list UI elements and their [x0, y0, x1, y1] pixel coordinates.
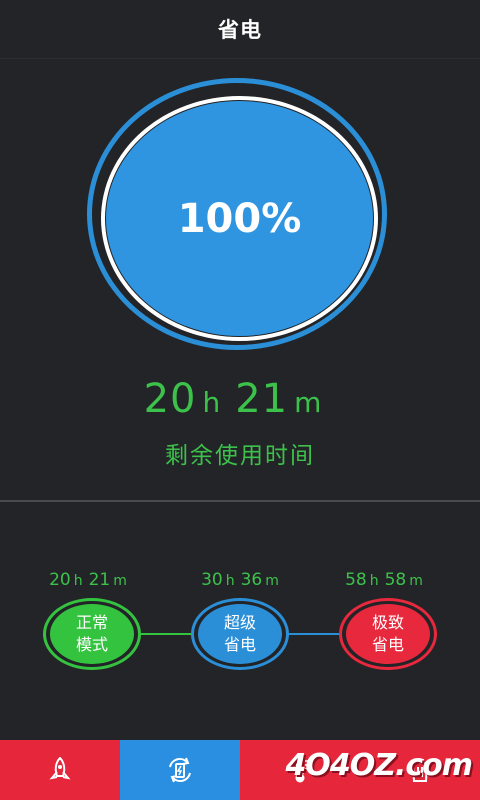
connector-super-extreme	[288, 633, 340, 635]
mode-super-label-2: 省电	[223, 635, 256, 654]
remaining-minutes-unit: m	[294, 386, 323, 419]
remaining-time-label: 剩余使用时间	[165, 443, 315, 469]
mode-super-label-1: 超级	[223, 613, 256, 632]
page-title: 省电	[218, 18, 262, 42]
app-header: 省电	[0, 0, 480, 59]
nav-tab-boost[interactable]	[0, 740, 120, 800]
mode-normal-minutes-unit: m	[113, 573, 127, 589]
rocket-icon	[49, 757, 71, 780]
battery-cycle-icon	[169, 757, 191, 783]
mode-extreme-hours: 58	[345, 570, 367, 590]
mode-super-face: 超级 省电	[198, 604, 282, 664]
remaining-hours-unit: h	[202, 386, 222, 419]
mode-super-saving-button[interactable]: 超级 省电	[191, 598, 289, 670]
mode-normal-button[interactable]: 正常 模式	[43, 598, 141, 670]
mode-super-hours: 30	[201, 570, 223, 590]
mode-super-minutes: 36	[240, 570, 263, 590]
mode-extreme-minutes: 58	[384, 570, 407, 590]
watermark-logo: 4O4OZ.com	[285, 748, 473, 783]
mode-normal-label-1: 正常	[75, 613, 108, 632]
mode-normal-label-2: 模式	[75, 635, 108, 654]
mode-super-time: 30 h 36 m	[168, 570, 318, 590]
mode-extreme-saving-button[interactable]: 极致 省电	[339, 598, 437, 670]
mode-normal-hours: 20	[49, 570, 71, 590]
nav-tab-power-saving[interactable]	[120, 740, 240, 800]
mode-extreme-hours-unit: h	[369, 573, 379, 589]
battery-gauge: 100%	[106, 101, 373, 336]
mode-extreme-minutes-unit: m	[409, 573, 423, 589]
battery-percent: 100%	[177, 195, 302, 242]
section-divider	[0, 500, 480, 502]
mode-extreme-time: 58 h 58 m	[312, 570, 462, 590]
mode-super-hours-unit: h	[225, 573, 235, 589]
mode-normal-hours-unit: h	[73, 573, 83, 589]
remaining-hours: 20	[143, 376, 197, 422]
mode-super-minutes-unit: m	[265, 573, 279, 589]
connector-normal-super	[140, 633, 192, 635]
remaining-minutes: 21	[235, 376, 289, 422]
mode-extreme-face: 极致 省电	[346, 604, 430, 664]
mode-normal-time: 20 h 21 m	[16, 570, 166, 590]
mode-extreme-label-2: 省电	[371, 635, 404, 654]
mode-normal-face: 正常 模式	[50, 604, 134, 664]
remaining-time: 20 h 21 m	[0, 376, 480, 422]
mode-extreme-label-1: 极致	[371, 613, 404, 632]
mode-normal-minutes: 21	[88, 570, 111, 590]
